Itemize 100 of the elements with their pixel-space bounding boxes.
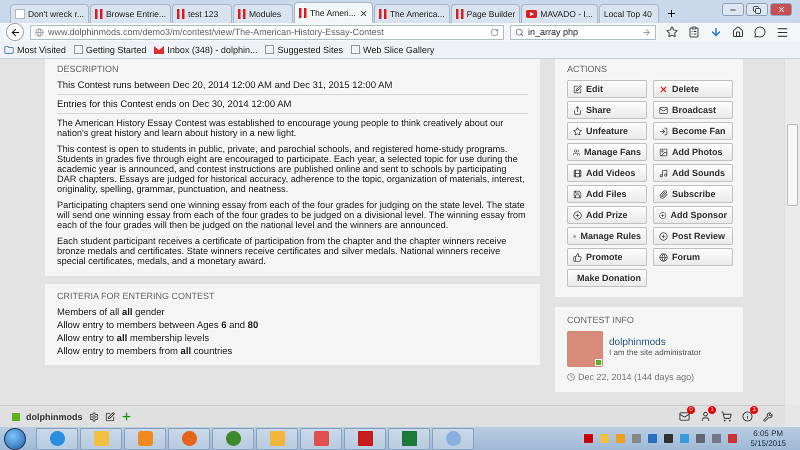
status-square-icon bbox=[12, 412, 20, 420]
bars-icon bbox=[238, 9, 246, 19]
info-icon[interactable] bbox=[742, 411, 753, 422]
description-paragraph: Each student participant receives a certificate of participation from the chapter and the chapter winners receive bronze medals and certificates. State winners receive certificates and silver medals. National winners receive special certificates, medals, and a monetary award. bbox=[57, 236, 508, 266]
plus-icon bbox=[666, 8, 677, 19]
taskbar-button[interactable] bbox=[256, 428, 298, 450]
go-icon[interactable] bbox=[642, 28, 651, 36]
bookmark-link[interactable]: Most Visited bbox=[4, 44, 66, 54]
envelope-icon bbox=[659, 106, 668, 114]
action-button[interactable]: Add Sponsor bbox=[653, 206, 733, 224]
plus-circle-icon bbox=[659, 232, 668, 240]
home-icon[interactable] bbox=[732, 26, 744, 38]
taskbar-button[interactable] bbox=[212, 428, 254, 450]
action-button[interactable]: Add Videos bbox=[567, 164, 647, 182]
action-button[interactable]: Manage Rules bbox=[567, 227, 647, 245]
address-field[interactable]: www.dolphinmods.com/demo3/m/contest/view/The-American-History-Essay-Contest bbox=[30, 24, 504, 40]
taskbar-button[interactable] bbox=[300, 428, 342, 450]
taskbar-button[interactable] bbox=[388, 428, 430, 450]
browser-tab[interactable]: Page Builder bbox=[450, 4, 520, 23]
cart-icon[interactable] bbox=[721, 411, 732, 422]
action-button[interactable]: Become Fan bbox=[653, 122, 733, 140]
scrollbar[interactable] bbox=[784, 59, 800, 405]
chat-icon[interactable] bbox=[754, 26, 766, 38]
person-icon[interactable] bbox=[700, 411, 711, 422]
taskbar-button[interactable] bbox=[36, 428, 78, 450]
taskbar-button[interactable] bbox=[432, 428, 474, 450]
clipboard-icon[interactable] bbox=[688, 26, 700, 38]
bookmark-link[interactable]: Inbox (348) - dolphin... bbox=[154, 44, 258, 54]
taskbar-button[interactable] bbox=[124, 428, 166, 450]
action-button[interactable]: Add Sounds bbox=[653, 164, 733, 182]
action-button[interactable]: Share bbox=[567, 101, 647, 119]
page-icon bbox=[74, 45, 83, 54]
user-description: I am the site administrator bbox=[609, 348, 702, 357]
settings-icon[interactable] bbox=[88, 412, 98, 422]
browser-tab[interactable]: Don't wreck r... bbox=[10, 4, 89, 23]
add-icon[interactable] bbox=[120, 411, 132, 422]
action-button[interactable]: Add Photos bbox=[653, 143, 733, 161]
browser-tab[interactable]: Local Top 40 bbox=[598, 4, 659, 23]
bookmark-link[interactable]: Suggested Sites bbox=[265, 44, 344, 54]
star-icon bbox=[573, 126, 582, 136]
date-text: Entries for this Contest ends on Dec 30, 2014 12:00 AM bbox=[57, 99, 528, 114]
plus-circle-icon bbox=[573, 210, 582, 220]
browser-tab[interactable]: test 123 bbox=[172, 4, 232, 23]
action-button[interactable]: Subscribe bbox=[653, 185, 733, 203]
action-button[interactable]: Make Donation bbox=[567, 269, 647, 287]
action-button[interactable]: Post Review bbox=[653, 227, 733, 245]
close-icon[interactable] bbox=[358, 8, 368, 18]
bookmark-link[interactable]: Web Slice Gallery bbox=[351, 44, 434, 54]
taskbar-button[interactable] bbox=[344, 428, 386, 450]
menu-icon[interactable] bbox=[776, 26, 789, 38]
criteria-text: Allow entry to all membership levels bbox=[57, 333, 210, 344]
page-icon bbox=[15, 9, 25, 19]
browser-tab[interactable]: Browse Entrie... bbox=[90, 4, 171, 23]
envelope-icon[interactable] bbox=[679, 411, 690, 422]
edit-icon bbox=[573, 84, 582, 94]
action-button[interactable]: Promote bbox=[567, 248, 647, 266]
user-link[interactable]: dolphinmods bbox=[609, 337, 702, 348]
back-button[interactable] bbox=[6, 23, 24, 41]
browser-tab[interactable]: The America... bbox=[374, 4, 450, 23]
music-icon bbox=[659, 168, 668, 178]
paperclip-icon bbox=[659, 190, 668, 198]
search-icon bbox=[515, 28, 524, 36]
restore-icon bbox=[753, 6, 761, 14]
action-button[interactable]: Add Prize bbox=[567, 206, 647, 224]
bars-icon bbox=[176, 9, 185, 19]
bars-icon bbox=[378, 9, 387, 19]
taskbar-button[interactable] bbox=[168, 428, 210, 450]
taskbar-button[interactable] bbox=[80, 428, 122, 450]
plus-circle-icon bbox=[659, 210, 666, 220]
action-button[interactable]: Add Files bbox=[567, 185, 647, 203]
action-button[interactable]: Delete bbox=[653, 80, 733, 98]
action-button[interactable]: Manage Fans bbox=[567, 143, 647, 161]
scroll-thumb[interactable] bbox=[787, 124, 798, 206]
section-heading: ACTIONS bbox=[567, 64, 608, 74]
browser-tab[interactable]: The Ameri... bbox=[294, 2, 373, 23]
admin-user[interactable]: dolphinmods bbox=[26, 412, 82, 422]
close-icon bbox=[659, 84, 668, 94]
login-icon bbox=[659, 126, 668, 136]
page-icon bbox=[265, 45, 274, 54]
bookmark-link[interactable]: Getting Started bbox=[74, 44, 146, 54]
share-icon bbox=[573, 106, 582, 114]
clock[interactable]: 6:05 PM 5/15/2015 bbox=[750, 428, 786, 448]
date-text: This Contest runs between Dec 20, 2014 12:00 AM and Dec 31, 2015 12:00 AM bbox=[57, 80, 528, 95]
action-button[interactable]: Broadcast bbox=[653, 101, 733, 119]
restore-button[interactable] bbox=[746, 3, 768, 16]
section-heading: DESCRIPTION bbox=[57, 64, 120, 74]
action-button[interactable]: Unfeature bbox=[567, 122, 647, 140]
browser-tab[interactable]: Modules bbox=[232, 4, 293, 23]
action-button[interactable]: Forum bbox=[653, 248, 733, 266]
edit-icon[interactable] bbox=[104, 412, 114, 422]
browser-tab[interactable]: MAVADO - I... bbox=[521, 4, 598, 23]
bars-icon bbox=[94, 9, 103, 19]
section-heading: CONTEST INFO bbox=[567, 315, 635, 325]
start-button[interactable] bbox=[4, 428, 26, 450]
reload-icon[interactable] bbox=[490, 28, 499, 36]
action-button[interactable]: Edit bbox=[567, 80, 647, 98]
search-field[interactable]: in_array php bbox=[510, 24, 656, 40]
wrench-icon[interactable] bbox=[763, 412, 773, 422]
star-icon[interactable] bbox=[666, 26, 678, 38]
download-icon[interactable] bbox=[710, 26, 722, 38]
